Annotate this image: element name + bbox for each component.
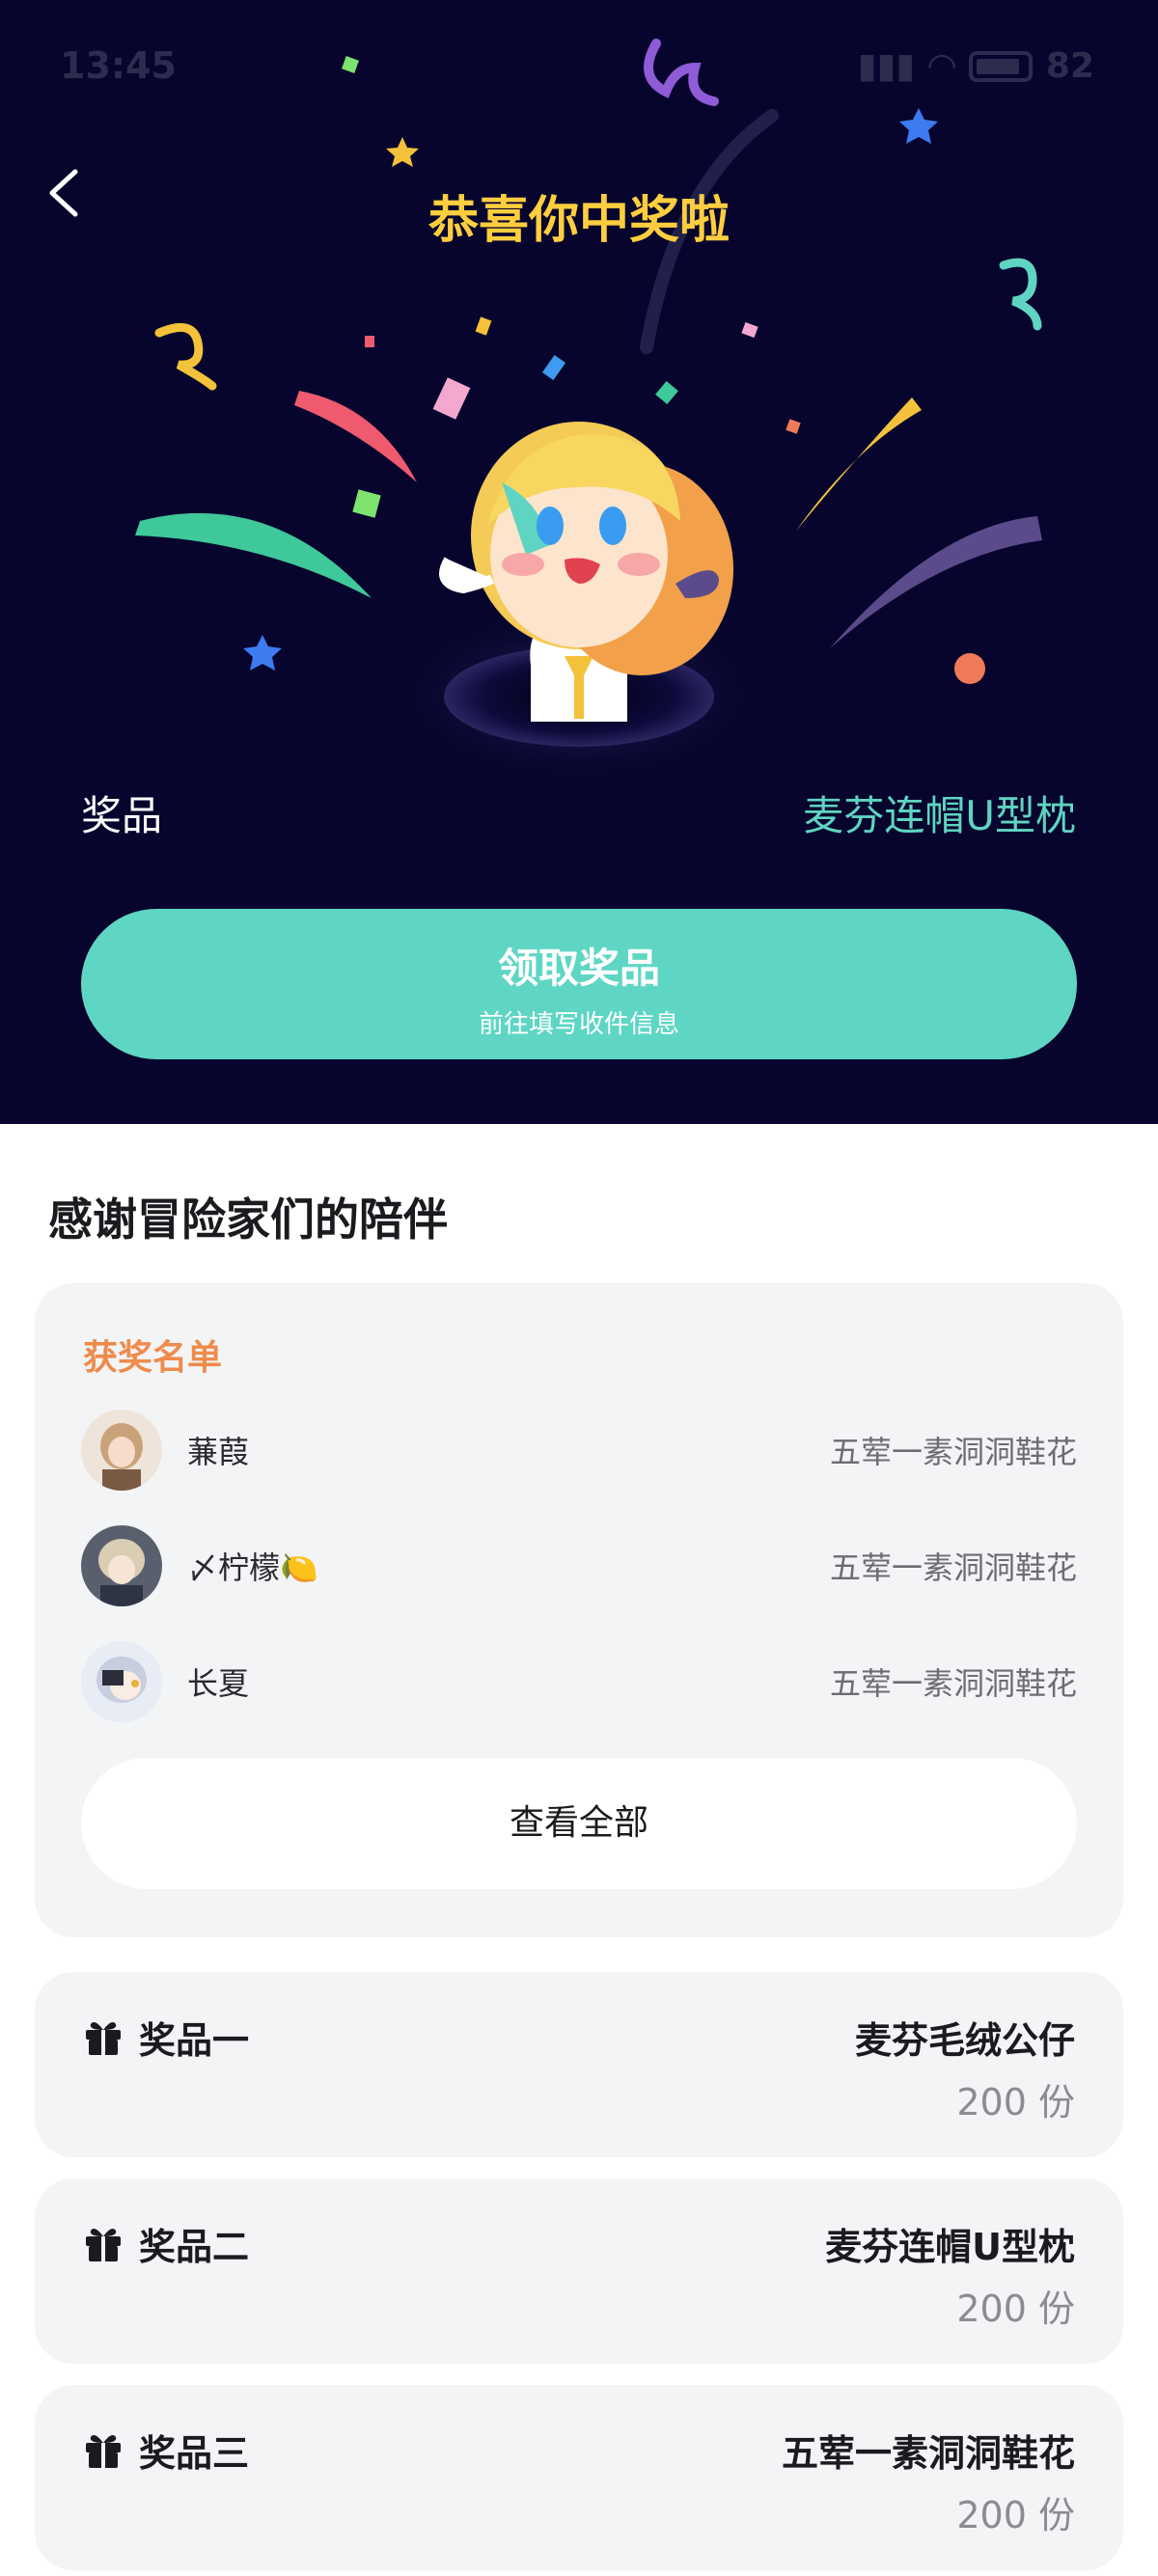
winner-row: 〆柠檬🍋 五荤一素洞洞鞋花 xyxy=(81,1524,1077,1607)
prize-count: 200 份 xyxy=(956,2081,1075,2124)
winner-row: 长夏 五荤一素洞洞鞋花 xyxy=(81,1640,1077,1723)
gift-icon xyxy=(86,2022,121,2055)
status-time: 13:45 xyxy=(60,44,177,87)
gift-icon xyxy=(86,2229,121,2261)
avatar xyxy=(81,1641,162,1722)
view-all-button[interactable]: 查看全部 xyxy=(81,1758,1077,1889)
prize-item: 麦芬毛绒公仔 xyxy=(854,2019,1075,2062)
signal-icon: ▮▮▮ xyxy=(857,46,916,86)
winner-row: 蒹葭 五荤一素洞洞鞋花 xyxy=(81,1409,1077,1492)
claim-prize-button[interactable]: 领取奖品 前往填写收件信息 xyxy=(81,909,1077,1059)
winner-prize: 五荤一素洞洞鞋花 xyxy=(829,1665,1077,1702)
winners-card: 获奖名单 蒹葭 五荤一素洞洞鞋花 〆柠檬🍋 五荤一素洞洞鞋花 长夏 五荤一素洞洞… xyxy=(35,1283,1123,1937)
status-bar: 13:45 ▮▮▮ ◠ 82 xyxy=(0,0,1158,135)
page-title: 恭喜你中奖啦 xyxy=(427,192,730,250)
gift-icon xyxy=(86,2435,121,2468)
claim-button-label: 领取奖品 xyxy=(497,945,660,992)
prize-tier: 奖品一 xyxy=(139,2019,250,2062)
prize-label: 奖品 xyxy=(81,792,163,839)
winner-name: 〆柠檬🍋 xyxy=(187,1549,318,1586)
avatar xyxy=(81,1525,162,1606)
prize-card: 奖品二 麦芬连帽U型枕 200 份 xyxy=(35,2179,1123,2364)
winner-name: 蒹葭 xyxy=(187,1434,250,1470)
section-title: 感谢冒险家们的陪伴 xyxy=(48,1193,448,1246)
prize-count: 200 份 xyxy=(956,2288,1075,2330)
battery-icon xyxy=(968,50,1033,82)
prize-count: 200 份 xyxy=(956,2494,1075,2536)
hero-banner: 13:45 ▮▮▮ ◠ 82 恭喜你中奖啦 奖品 麦芬连帽U型枕 领取奖品 前往… xyxy=(0,0,1158,1124)
battery-level: 82 xyxy=(1045,46,1094,86)
claim-button-sublabel: 前往填写收件信息 xyxy=(478,1010,679,1039)
winner-prize: 五荤一素洞洞鞋花 xyxy=(829,1549,1077,1586)
wifi-icon: ◠ xyxy=(928,46,955,86)
prize-tier: 奖品二 xyxy=(139,2226,250,2268)
prize-card: 奖品三 五荤一素洞洞鞋花 200 份 xyxy=(35,2385,1123,2570)
prize-value: 麦芬连帽U型枕 xyxy=(803,792,1076,839)
prize-card: 奖品一 麦芬毛绒公仔 200 份 xyxy=(35,1972,1123,2157)
status-icons: ▮▮▮ ◠ 82 xyxy=(858,46,1094,86)
prize-item: 五荤一素洞洞鞋花 xyxy=(781,2432,1075,2475)
winner-name: 长夏 xyxy=(187,1665,250,1702)
prize-tier: 奖品三 xyxy=(139,2432,250,2475)
avatar xyxy=(81,1410,162,1491)
winners-heading: 获奖名单 xyxy=(83,1338,223,1378)
prize-item: 麦芬连帽U型枕 xyxy=(825,2226,1075,2268)
winner-prize: 五荤一素洞洞鞋花 xyxy=(829,1434,1077,1470)
